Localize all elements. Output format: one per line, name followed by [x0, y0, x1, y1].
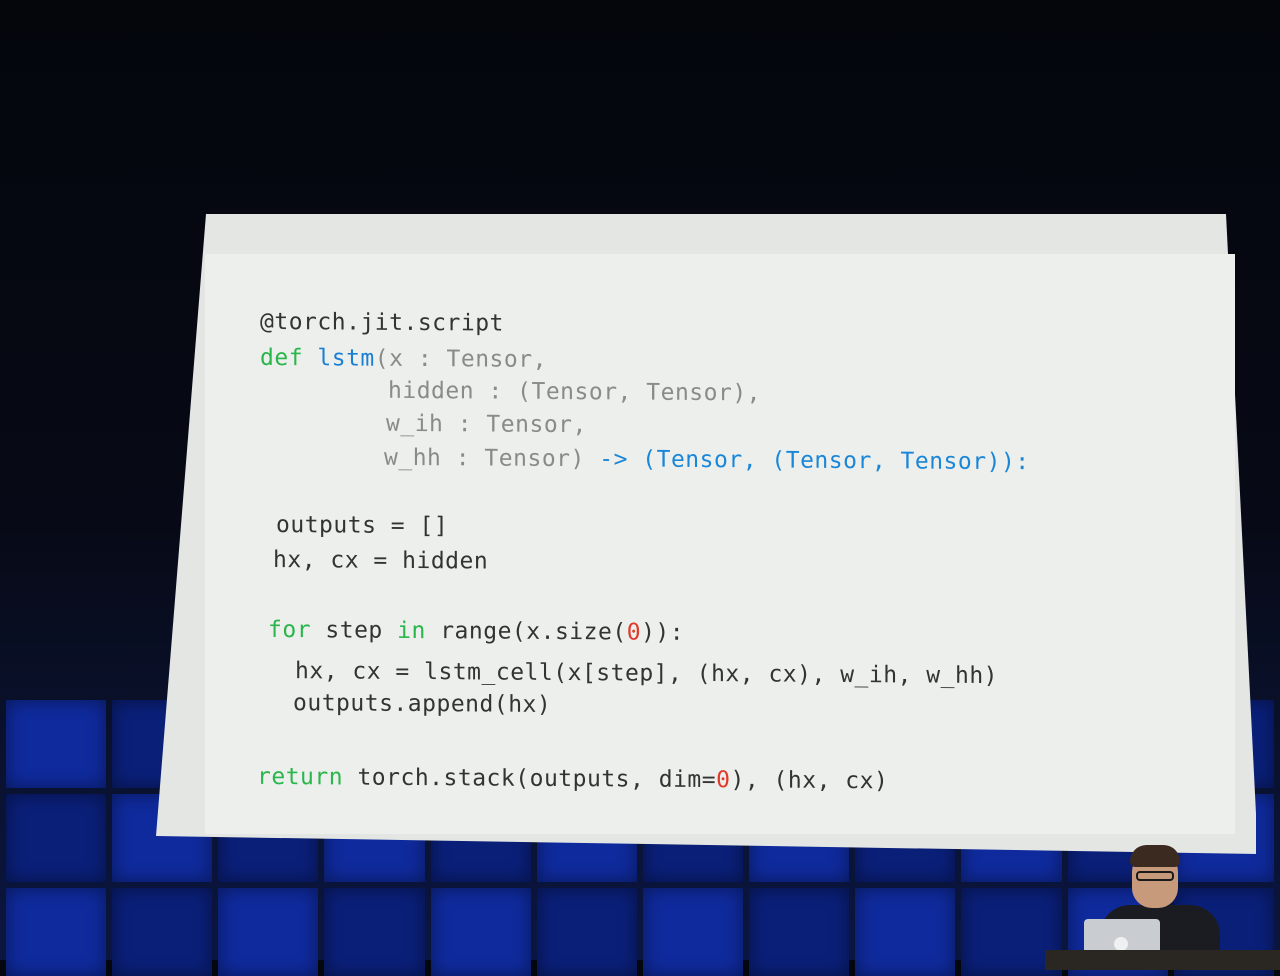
- code-token: range(x.size(: [440, 618, 627, 646]
- wall-tile: [430, 888, 531, 976]
- wall-tile: [855, 888, 956, 976]
- code-token: 0: [716, 767, 731, 794]
- wall-tile: [324, 888, 425, 976]
- code-token: w_hh : Tensor): [384, 444, 600, 473]
- wall-tile: [6, 794, 107, 882]
- code-token: )):: [641, 619, 685, 646]
- glasses-icon: [1136, 871, 1174, 881]
- code-token: return: [257, 763, 358, 791]
- code-line-decorator: @torch.jit.script: [260, 305, 504, 341]
- speaker-hair: [1130, 845, 1180, 867]
- code-line-hidden-param: hidden : (Tensor, Tensor),: [388, 374, 761, 411]
- wall-tile: [112, 888, 213, 976]
- code-token: for: [268, 616, 326, 644]
- code-token: def: [260, 344, 318, 372]
- code-token: ), (hx, cx): [730, 767, 889, 795]
- code-token: hidden : (Tensor, Tensor),: [388, 377, 762, 407]
- code-token: hx, cx = hidden: [273, 546, 489, 575]
- speaker: [1045, 845, 1280, 970]
- code-token: (x : Tensor,: [374, 345, 547, 373]
- code-token: w_ih : Tensor,: [386, 410, 587, 439]
- code-token: torch.stack(outputs, dim=: [357, 764, 717, 794]
- wall-tile: [6, 700, 107, 788]
- wall-tile: [536, 888, 637, 976]
- code-line-append: outputs.append(hx): [293, 686, 551, 722]
- code-line-return: return torch.stack(outputs, dim=0), (hx,…: [257, 760, 888, 798]
- wall-tile: [6, 888, 107, 976]
- code-line-w-ih-param: w_ih : Tensor,: [386, 407, 587, 442]
- apple-logo-icon: [1114, 937, 1128, 951]
- wall-tile: [749, 888, 850, 976]
- wall-tile: [642, 888, 744, 976]
- code-line-w-hh-param: w_hh : Tensor) -> (Tensor, (Tensor, Tens…: [384, 441, 1030, 480]
- code-block: @torch.jit.script def lstm(x : Tensor, h…: [257, 305, 1030, 794]
- code-token: 0: [626, 619, 642, 646]
- podium: [1045, 950, 1280, 970]
- code-token: outputs.append(hx): [293, 690, 552, 718]
- code-token: @torch.jit.script: [260, 308, 504, 337]
- code-line-for: for step in range(x.size(0)):: [268, 613, 684, 650]
- code-token: hx, cx = lstm_cell(x[step], (hx, cx), w_…: [295, 658, 999, 690]
- code-token: step: [325, 617, 398, 644]
- code-token: outputs = []: [276, 512, 449, 540]
- code-line-hidden-unpack: hx, cx = hidden: [273, 543, 488, 579]
- code-line-outputs: outputs = []: [276, 508, 448, 543]
- code-token: in: [397, 617, 441, 645]
- code-line-def: def lstm(x : Tensor,: [260, 341, 547, 377]
- code-token: -> (Tensor, (Tensor, Tensor)):: [599, 446, 1030, 476]
- code-token: lstm: [317, 345, 375, 372]
- wall-tile: [218, 888, 319, 976]
